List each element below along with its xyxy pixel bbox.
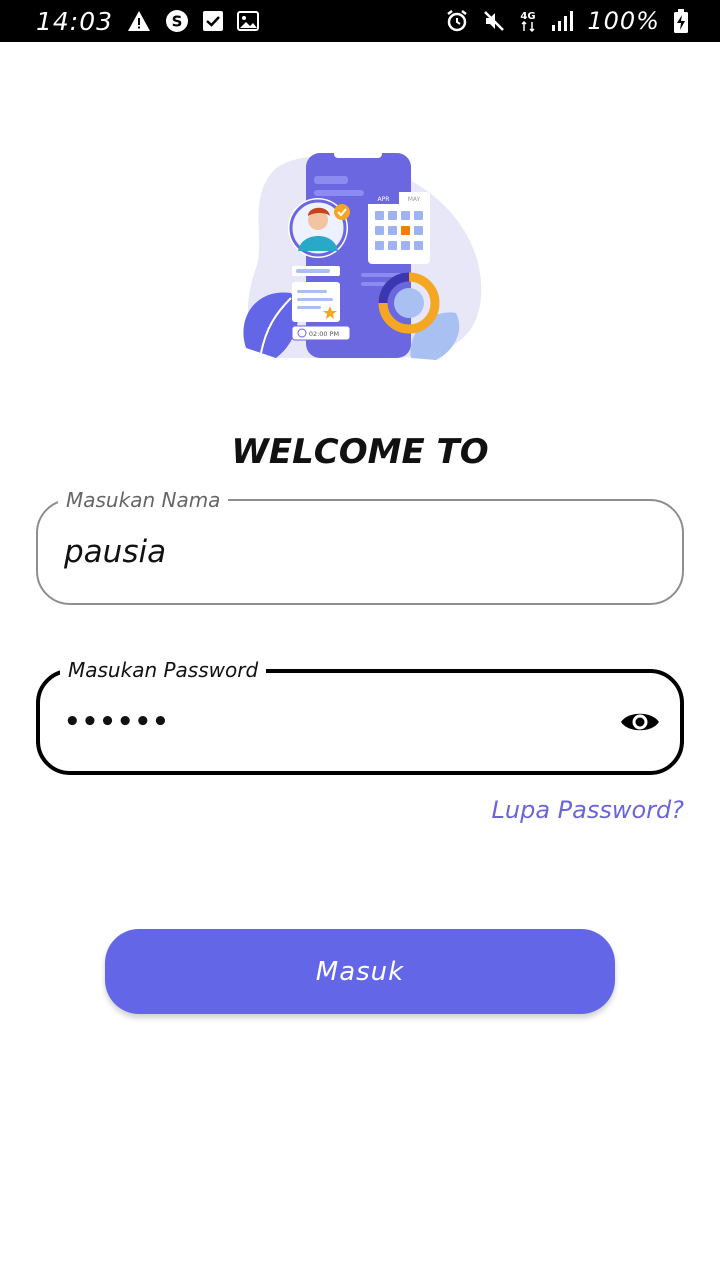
calendar-month-may: MAY	[408, 196, 421, 203]
login-illustration: APR MAY 02:00 PM	[236, 148, 486, 363]
image-icon	[237, 11, 260, 31]
checkbox-icon	[203, 11, 224, 31]
illustration-time-label: 02:00 PM	[309, 330, 339, 338]
status-bar-left: 14:03 S	[36, 6, 260, 36]
battery-percentage: 100%	[587, 7, 660, 35]
login-button[interactable]: Masuk	[105, 929, 615, 1014]
mute-icon	[483, 10, 505, 32]
alarm-icon	[445, 9, 469, 33]
status-bar-right: 4G 100%	[445, 7, 688, 35]
show-password-eye-icon[interactable]	[620, 707, 660, 737]
password-field[interactable]: Masukan Password ••••••	[36, 656, 684, 775]
welcome-heading: WELCOME TO	[231, 432, 489, 472]
skype-icon: S	[165, 9, 189, 33]
name-field-value[interactable]: pausia	[64, 501, 166, 603]
forgot-password-link[interactable]: Lupa Password?	[492, 796, 685, 824]
signal-icon	[551, 11, 574, 31]
svg-text:S: S	[172, 13, 183, 31]
name-field[interactable]: Masukan Nama pausia	[36, 486, 684, 605]
battery-charging-icon	[674, 9, 688, 33]
calendar-month-apr: APR	[378, 196, 390, 203]
password-field-value[interactable]: ••••••	[64, 673, 170, 771]
status-time: 14:03	[36, 6, 114, 36]
status-bar: 14:03 S 4G 100%	[0, 0, 720, 42]
warning-icon	[127, 10, 151, 32]
network-4g-icon: 4G	[519, 9, 537, 33]
network-label: 4G	[521, 11, 536, 22]
